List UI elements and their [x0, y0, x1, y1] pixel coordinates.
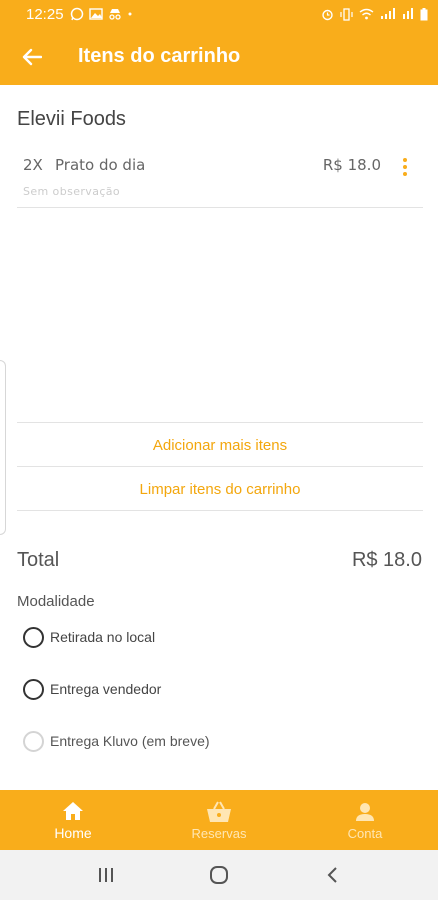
radio-circle: [23, 730, 44, 752]
whatsapp-icon: [70, 7, 83, 21]
divider: [17, 510, 423, 511]
gallery-icon: [88, 8, 103, 20]
item-quantity: 2X: [23, 156, 43, 174]
app-bar: Itens do carrinho: [0, 28, 438, 85]
back-system-button[interactable]: [312, 855, 352, 895]
nav-conta-label: Conta: [347, 825, 383, 841]
notification-icons: [70, 7, 133, 21]
signal-icon: [403, 8, 413, 19]
total-label: Total: [17, 549, 60, 571]
incognito-icon: [108, 9, 121, 20]
chevron-left-icon: [327, 867, 337, 883]
bottom-nav: Home Reservas Conta: [0, 790, 438, 850]
item-name: Prato do dia: [55, 156, 146, 174]
home-circle-icon: [209, 866, 228, 884]
radio-seller-delivery[interactable]: Entrega vendedor: [23, 676, 161, 702]
nav-home-label: Home: [54, 825, 92, 841]
arrow-left-icon: [22, 48, 42, 65]
basket-icon: [206, 800, 232, 824]
system-nav-bar: [0, 850, 438, 900]
clear-cart-button[interactable]: Limpar itens do carrinho: [17, 468, 423, 511]
dot-icon: [128, 12, 132, 16]
battery-icon: [420, 7, 428, 20]
radio-pickup[interactable]: Retirada no local: [23, 624, 155, 650]
back-button[interactable]: [2, 28, 62, 85]
page-title: Itens do carrinho: [78, 45, 241, 67]
item-note: Sem observação: [23, 185, 121, 198]
system-icons: [321, 7, 428, 21]
wifi-icon: [359, 8, 374, 20]
nav-reservas[interactable]: Reservas: [146, 790, 292, 850]
home-icon: [62, 799, 84, 823]
status-bar: 12:25: [0, 0, 438, 28]
recent-apps-button[interactable]: [86, 855, 126, 895]
person-icon: [355, 800, 375, 824]
store-name: Elevii Foods: [17, 108, 126, 130]
edge-panel-handle[interactable]: [0, 360, 6, 535]
signal-icon: [381, 8, 395, 19]
vibrate-icon: [340, 7, 353, 21]
radio-kluvo-delivery: Entrega Kluvo (em breve): [23, 728, 210, 754]
item-price: R$ 18.0: [322, 156, 381, 174]
nav-home[interactable]: Home: [0, 790, 146, 850]
divider: [17, 466, 423, 467]
nav-conta[interactable]: Conta: [292, 790, 438, 850]
modality-label: Modalidade: [17, 593, 95, 610]
divider: [17, 422, 423, 423]
recent-apps-icon: [99, 868, 114, 882]
total-value: R$ 18.0: [351, 549, 422, 571]
home-system-button[interactable]: [199, 855, 239, 895]
more-options-icon[interactable]: [401, 156, 409, 178]
radio-label: Retirada no local: [50, 629, 156, 645]
alarm-icon: [322, 9, 333, 20]
add-more-items-button[interactable]: Adicionar mais itens: [17, 424, 423, 467]
radio-label: Entrega vendedor: [50, 681, 162, 697]
nav-reservas-label: Reservas: [191, 825, 247, 841]
status-time: 12:25: [26, 5, 64, 23]
radio-circle[interactable]: [23, 626, 44, 648]
cart-item: 2X Prato do dia R$ 18.0 Sem observação: [17, 150, 423, 208]
radio-circle[interactable]: [23, 678, 44, 700]
radio-label: Entrega Kluvo (em breve): [50, 733, 210, 749]
